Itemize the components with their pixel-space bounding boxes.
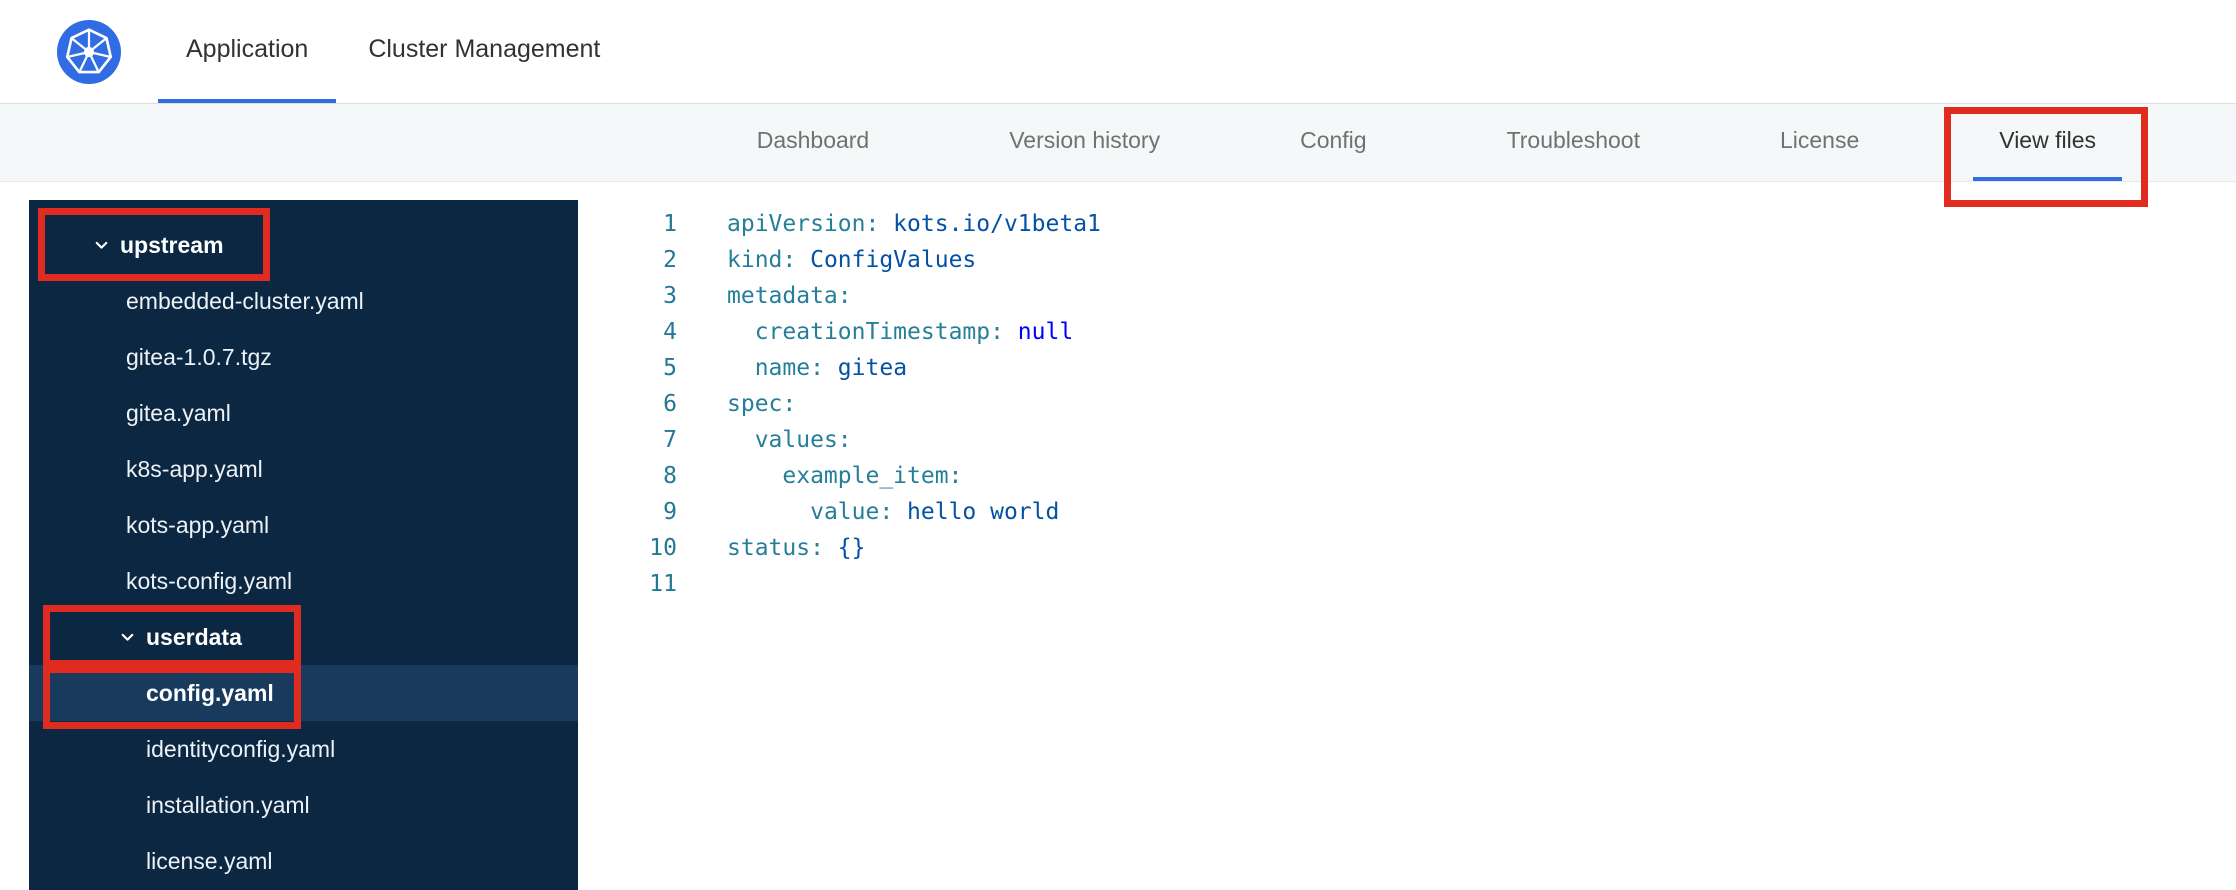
- tree-file-embedded-cluster-yaml[interactable]: embedded-cluster.yaml: [29, 273, 578, 329]
- code-line[interactable]: 8 example_item:: [578, 458, 2236, 494]
- code-line[interactable]: 11: [578, 566, 2236, 602]
- line-number: 8: [663, 463, 677, 489]
- tree-label: kots-app.yaml: [126, 511, 270, 538]
- tree-label: embedded-cluster.yaml: [126, 287, 364, 314]
- tree-file-installation-yaml[interactable]: installation.yaml: [29, 777, 578, 833]
- tree-label: installation.yaml: [146, 791, 310, 818]
- topbar-tabs: Application Cluster Management: [158, 0, 628, 103]
- code-text: values:: [754, 427, 852, 453]
- code-text: example_item:: [782, 463, 963, 489]
- line-number: 7: [663, 427, 677, 453]
- code-line[interactable]: 1 apiVersion: kots.io/v1beta1: [578, 206, 2236, 242]
- topbar: Application Cluster Management: [0, 0, 2236, 104]
- tree-label: gitea-1.0.7.tgz: [126, 343, 272, 370]
- kubernetes-logo: [57, 20, 121, 84]
- line-number: 6: [663, 391, 677, 417]
- tree-file-identityconfig-yaml[interactable]: identityconfig.yaml: [29, 721, 578, 777]
- line-number: 10: [649, 535, 677, 561]
- code-text: value: hello world: [810, 499, 1060, 525]
- line-number: 4: [663, 319, 677, 345]
- subnav-item-version-history[interactable]: Version history: [983, 104, 1186, 181]
- code-text: metadata:: [727, 283, 852, 309]
- line-number: 11: [649, 571, 677, 597]
- file-tree: upstream embedded-cluster.yaml gitea-1.0.7…: [29, 200, 578, 890]
- subnav-item-view-files[interactable]: View files: [1973, 104, 2122, 181]
- content: upstream embedded-cluster.yaml gitea-1.0.7…: [0, 182, 2236, 890]
- code-lines: 1 apiVersion: kots.io/v1beta1 2 kind: Confi…: [578, 206, 2236, 602]
- tree-file-kots-app-yaml[interactable]: kots-app.yaml: [29, 497, 578, 553]
- tree-label: k8s-app.yaml: [126, 455, 263, 482]
- code-text: status: {}: [727, 535, 866, 561]
- code-text: kind: ConfigValues: [727, 247, 977, 273]
- tree-folder-upstream[interactable]: upstream: [29, 217, 578, 273]
- kots-admin-console: Application Cluster Management Dashboard V…: [0, 0, 2236, 890]
- kubernetes-helm-icon: [57, 20, 121, 84]
- tree-folder-userdata[interactable]: userdata: [29, 609, 578, 665]
- tree-file-k8s-app-yaml[interactable]: k8s-app.yaml: [29, 441, 578, 497]
- code-text: apiVersion: kots.io/v1beta1: [727, 211, 1101, 237]
- code-editor[interactable]: 1 apiVersion: kots.io/v1beta1 2 kind: Confi…: [578, 200, 2236, 890]
- line-number: 9: [663, 499, 677, 525]
- subnav-items: Dashboard Version history Config Troublesho…: [731, 104, 2122, 181]
- tree-file-gitea-yaml[interactable]: gitea.yaml: [29, 385, 578, 441]
- line-number: 3: [663, 283, 677, 309]
- tree-label: license.yaml: [146, 847, 273, 874]
- code-line[interactable]: 9 value: hello world: [578, 494, 2236, 530]
- code-text: spec:: [727, 391, 797, 417]
- tree-label: kots-config.yaml: [126, 567, 293, 594]
- subnav-item-dashboard[interactable]: Dashboard: [731, 104, 896, 181]
- tree-file-gitea-1-0-7-tgz[interactable]: gitea-1.0.7.tgz: [29, 329, 578, 385]
- code-text: name: gitea: [754, 355, 908, 381]
- code-text: creationTimestamp: null: [754, 319, 1074, 345]
- subnav-item-config[interactable]: Config: [1274, 104, 1392, 181]
- subnav-item-troubleshoot[interactable]: Troubleshoot: [1481, 104, 1666, 181]
- tree-label: gitea.yaml: [126, 399, 231, 426]
- line-number: 5: [663, 355, 677, 381]
- line-number: 1: [663, 211, 677, 237]
- tree-file-config-yaml[interactable]: config.yaml: [29, 665, 578, 721]
- tree-label: upstream: [120, 231, 224, 258]
- tree-label: config.yaml: [146, 679, 274, 706]
- code-line[interactable]: 6 spec:: [578, 386, 2236, 422]
- chevron-down-icon: [121, 633, 134, 641]
- code-line[interactable]: 2 kind: ConfigValues: [578, 242, 2236, 278]
- subnav-item-license[interactable]: License: [1754, 104, 1885, 181]
- code-line[interactable]: 10 status: {}: [578, 530, 2236, 566]
- code-line[interactable]: 7 values:: [578, 422, 2236, 458]
- line-number: 2: [663, 247, 677, 273]
- topbar-tab-application[interactable]: Application: [158, 0, 337, 103]
- tree-label: identityconfig.yaml: [146, 735, 336, 762]
- code-line[interactable]: 5 name: gitea: [578, 350, 2236, 386]
- tree-file-license-yaml[interactable]: license.yaml: [29, 833, 578, 889]
- chevron-down-icon: [95, 241, 108, 249]
- code-line[interactable]: 4 creationTimestamp: null: [578, 314, 2236, 350]
- topbar-tab-cluster-management[interactable]: Cluster Management: [340, 0, 628, 103]
- tree-label: userdata: [146, 623, 242, 650]
- tree-file-kots-config-yaml[interactable]: kots-config.yaml: [29, 553, 578, 609]
- subnav: Dashboard Version history Config Troublesho…: [0, 104, 2236, 182]
- code-line[interactable]: 3 metadata:: [578, 278, 2236, 314]
